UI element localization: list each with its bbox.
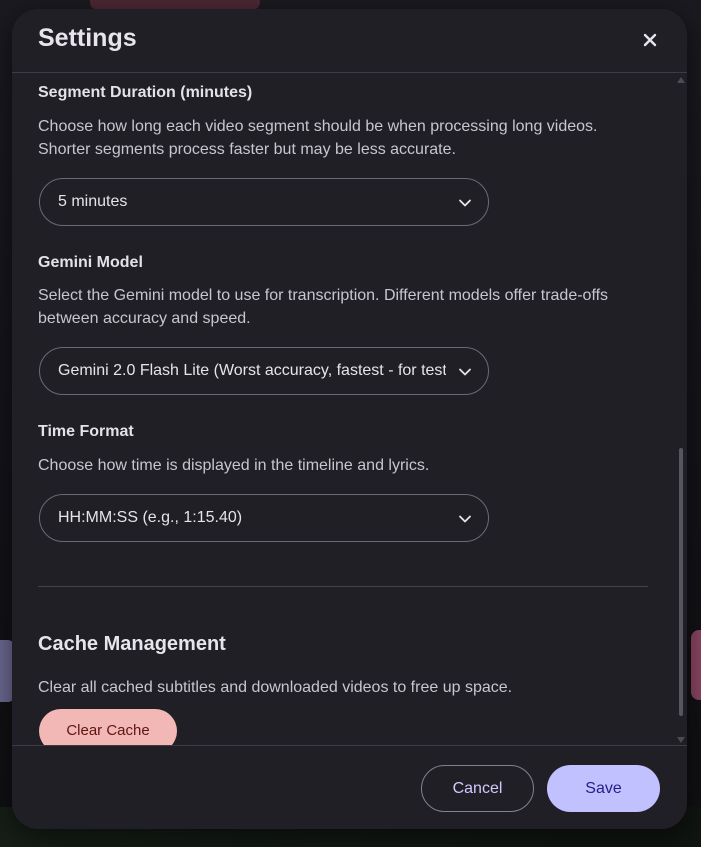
chevron-down-icon (459, 199, 471, 207)
time-format-title: Time Format (38, 423, 134, 440)
segment-duration-select[interactable]: 5 minutes (39, 178, 489, 226)
save-button[interactable]: Save (547, 765, 660, 812)
gemini-model-value: Gemini 2.0 Flash Lite (Worst accuracy, f… (58, 362, 446, 379)
gemini-model-description: Select the Gemini model to use for trans… (38, 287, 609, 327)
close-icon (643, 33, 657, 47)
cancel-button[interactable]: Cancel (421, 765, 534, 812)
scrollbar-thumb[interactable] (679, 448, 683, 716)
section-divider (38, 586, 648, 587)
segment-duration-description: Choose how long each video segment shoul… (38, 118, 598, 158)
scroll-up-arrow-icon[interactable] (677, 77, 685, 83)
time-format-value: HH:MM:SS (e.g., 1:15.40) (58, 509, 243, 526)
dialog-header: Settings (12, 9, 687, 73)
gemini-model-select[interactable]: Gemini 2.0 Flash Lite (Worst accuracy, f… (39, 347, 489, 395)
close-button[interactable] (637, 27, 663, 53)
segment-duration-value: 5 minutes (58, 193, 128, 210)
dialog-body[interactable]: Segment Duration (minutes) Choose how lo… (12, 73, 687, 745)
dialog-footer: Cancel Save (12, 745, 687, 829)
time-format-description: Choose how time is displayed in the time… (38, 457, 430, 474)
scroll-down-arrow-icon[interactable] (677, 737, 685, 743)
scrollbar[interactable] (677, 73, 685, 745)
time-format-select[interactable]: HH:MM:SS (e.g., 1:15.40) (39, 494, 489, 542)
cache-management-title: Cache Management (38, 633, 226, 655)
cache-management-description: Clear all cached subtitles and downloade… (38, 679, 513, 696)
segment-duration-title: Segment Duration (minutes) (38, 84, 253, 101)
clear-cache-button[interactable]: Clear Cache (39, 709, 177, 745)
chevron-down-icon (459, 515, 471, 523)
gemini-model-title: Gemini Model (38, 254, 143, 271)
background-element (691, 630, 701, 700)
settings-dialog: Settings Segment Duration (minutes) Choo… (12, 9, 687, 829)
chevron-down-icon (459, 368, 471, 376)
dialog-title: Settings (38, 24, 137, 52)
